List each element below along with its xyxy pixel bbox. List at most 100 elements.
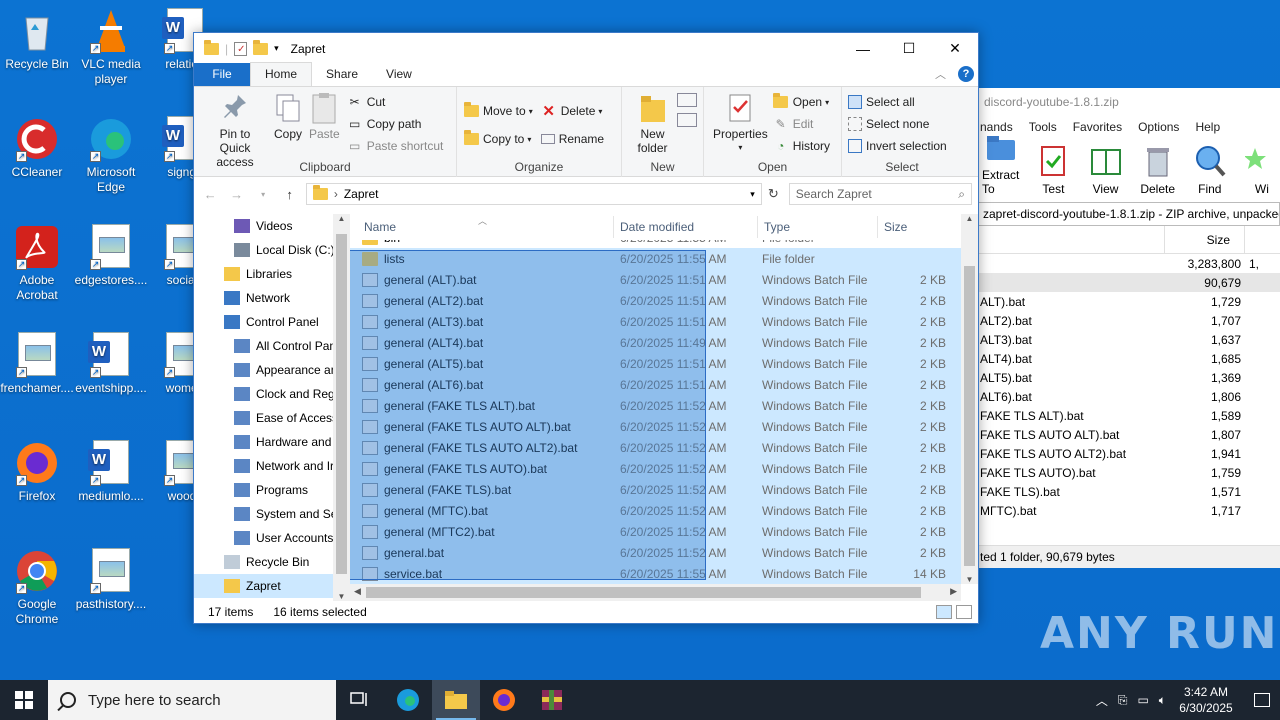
list-scrollbar[interactable]: ▲ ▼ bbox=[961, 214, 978, 584]
breadcrumb[interactable]: Zapret bbox=[344, 187, 379, 201]
recent-dropdown-icon[interactable]: ▾ bbox=[253, 190, 273, 199]
details-view-icon[interactable] bbox=[936, 605, 952, 619]
nav-item-hardware-and[interactable]: Hardware and bbox=[194, 430, 350, 454]
taskbar-explorer[interactable] bbox=[432, 680, 480, 720]
back-arrow-icon[interactable]: ← bbox=[200, 187, 220, 202]
winrar-menu-options[interactable]: Options bbox=[1138, 120, 1179, 134]
network-status-icon[interactable]: ⎘ bbox=[1118, 693, 1128, 708]
collapse-ribbon-icon[interactable]: ︿ bbox=[935, 66, 946, 82]
taskbar-edge[interactable] bbox=[384, 680, 432, 720]
pin-to-quick-access-button[interactable]: Pin to Quick access bbox=[203, 91, 267, 169]
nav-item-videos[interactable]: Videos bbox=[194, 214, 350, 238]
winrar-row[interactable]: FAKE TLS AUTO).bat 1,759 bbox=[978, 463, 1280, 482]
select-none-button[interactable]: Select none bbox=[848, 113, 956, 135]
select-all-button[interactable]: Select all bbox=[848, 91, 956, 113]
list-scroll-up-icon[interactable]: ▲ bbox=[961, 214, 978, 223]
properties-qat-icon[interactable]: ✓ bbox=[234, 41, 248, 56]
properties-button[interactable]: Properties ▾ bbox=[713, 91, 768, 157]
tab-home[interactable]: Home bbox=[250, 62, 313, 86]
nav-scrollbar[interactable]: ▲ ▼ bbox=[333, 214, 350, 601]
list-scroll-thumb[interactable] bbox=[964, 266, 975, 566]
view-button[interactable]: View bbox=[1087, 144, 1123, 196]
find-button[interactable]: Find bbox=[1192, 144, 1228, 196]
winrar-row[interactable]: ALT).bat 1,729 bbox=[978, 292, 1280, 311]
nav-item-system-and-sec[interactable]: System and Sec bbox=[194, 502, 350, 526]
nav-item-zapret[interactable]: Zapret bbox=[194, 574, 350, 598]
nav-item-recycle-bin[interactable]: Recycle Bin bbox=[194, 550, 350, 574]
desktop-icon-mediumlo[interactable]: ↗ mediumlo.... bbox=[74, 440, 148, 504]
move-to-button[interactable]: Move to ▾ bbox=[463, 97, 533, 125]
winrar-row[interactable]: FAKE TLS AUTO ALT).bat 1,807 bbox=[978, 425, 1280, 444]
nav-scroll-thumb[interactable] bbox=[336, 234, 347, 574]
new-folder-qat-icon[interactable] bbox=[253, 39, 269, 55]
volume-icon[interactable]: 🔈︎ bbox=[1159, 693, 1166, 708]
column-date-modified[interactable]: Date modified bbox=[614, 216, 758, 238]
desktop-icon-adobe-acrobat[interactable]: ↗ Adobe Acrobat bbox=[0, 224, 74, 303]
paste-shortcut-button[interactable]: ▭ Paste shortcut bbox=[347, 135, 443, 157]
extract-to-button[interactable]: Extract To bbox=[982, 130, 1019, 196]
winrar-col-name[interactable] bbox=[978, 226, 1165, 253]
winrar-row[interactable]: МГТС).bat 1,717 bbox=[978, 501, 1280, 520]
nav-item-all-control-pan[interactable]: All Control Pan bbox=[194, 334, 350, 358]
winrar-menu-favorites[interactable]: Favorites bbox=[1073, 120, 1122, 134]
winrar-window[interactable]: discord-youtube-1.8.1.zip nands Tools Fa… bbox=[978, 88, 1280, 568]
winrar-menu-tools[interactable]: Tools bbox=[1029, 120, 1057, 134]
winrar-row[interactable]: ALT2).bat 1,707 bbox=[978, 311, 1280, 330]
paste-button[interactable]: Paste bbox=[309, 91, 340, 169]
nav-item-network[interactable]: Network bbox=[194, 286, 350, 310]
clock[interactable]: 3:42 AM 6/30/2025 bbox=[1176, 684, 1236, 716]
nav-item-network-and-ir[interactable]: Network and Ir bbox=[194, 454, 350, 478]
new-item-icon[interactable] bbox=[677, 93, 697, 107]
desktop-icon-vlc-media-player[interactable]: ↗ VLC media player bbox=[74, 8, 148, 87]
winrar-row[interactable]: ALT5).bat 1,369 bbox=[978, 368, 1280, 387]
winrar-row[interactable]: ALT6).bat 1,806 bbox=[978, 387, 1280, 406]
file-row[interactable]: bin 6/20/2025 11:55 AMFile folder bbox=[350, 240, 961, 248]
winrar-row[interactable]: ALT4).bat 1,685 bbox=[978, 349, 1280, 368]
navigation-pane[interactable]: Videos Local Disk (C:) Libraries Network Con… bbox=[194, 214, 350, 601]
large-icons-view-icon[interactable] bbox=[956, 605, 972, 619]
desktop-icon-edgestores[interactable]: ↗ edgestores.... bbox=[74, 224, 148, 288]
scroll-up-icon[interactable]: ▲ bbox=[333, 214, 350, 223]
cut-button[interactable]: ✂ Cut bbox=[347, 91, 444, 113]
help-icon[interactable]: ? bbox=[958, 66, 974, 82]
address-bar[interactable]: › Zapret ▾ bbox=[305, 183, 762, 205]
nav-item-appearance-an[interactable]: Appearance an bbox=[194, 358, 350, 382]
desktop-icon-pasthistory[interactable]: ↗ pasthistory.... bbox=[74, 548, 148, 612]
file-list-pane[interactable]: Name Date modified Type Size ︿ bin 6/20/2… bbox=[350, 214, 978, 601]
winrar-path-bar[interactable]: zapret-discord-youtube-1.8.1.zip - ZIP a… bbox=[978, 202, 1280, 226]
minimize-button[interactable]: — bbox=[840, 33, 886, 64]
nav-item-libraries[interactable]: Libraries bbox=[194, 262, 350, 286]
winrar-row[interactable]: 90,679 bbox=[978, 273, 1280, 292]
winrar-row[interactable]: FAKE TLS ALT).bat 1,589 bbox=[978, 406, 1280, 425]
history-button[interactable]: ◔ History bbox=[773, 135, 830, 157]
winrar-row[interactable]: ALT3).bat 1,637 bbox=[978, 330, 1280, 349]
rename-button[interactable]: Rename bbox=[540, 125, 604, 153]
open-button[interactable]: Open ▾ bbox=[773, 91, 830, 113]
desktop-icon-firefox[interactable]: ↗ Firefox bbox=[0, 440, 74, 504]
desktop-icon-microsoft-edge[interactable]: ↗ Microsoft Edge bbox=[74, 116, 148, 195]
address-dropdown-icon[interactable]: ▾ bbox=[750, 189, 755, 200]
wizard-button[interactable]: Wi bbox=[1243, 144, 1280, 196]
nav-item-control-panel[interactable]: Control Panel bbox=[194, 310, 350, 334]
delete-button[interactable]: Delete bbox=[1140, 144, 1176, 196]
taskbar-firefox[interactable] bbox=[480, 680, 528, 720]
delete-button[interactable]: ✕ Delete ▾ bbox=[541, 97, 604, 125]
scroll-down-icon[interactable]: ▼ bbox=[333, 592, 350, 601]
tab-view[interactable]: View bbox=[372, 63, 426, 86]
copy-path-button[interactable]: ▭ Copy path bbox=[347, 113, 444, 135]
task-view-button[interactable] bbox=[336, 680, 384, 720]
refresh-icon[interactable]: ↻ bbox=[768, 186, 779, 202]
column-size[interactable]: Size bbox=[878, 216, 950, 238]
list-scroll-down-icon[interactable]: ▼ bbox=[961, 575, 978, 584]
maximize-button[interactable]: ☐ bbox=[886, 33, 932, 64]
tab-share[interactable]: Share bbox=[312, 63, 372, 86]
horizontal-scroll-thumb[interactable] bbox=[366, 587, 921, 598]
desktop-icon-frenchamer[interactable]: ↗ frenchamer.... bbox=[0, 332, 74, 396]
explorer-window[interactable]: | ✓ ▾ Zapret — ☐ ✕ File Home Share View … bbox=[193, 32, 979, 624]
network-icon[interactable]: ▭ bbox=[1137, 693, 1148, 707]
show-hidden-icons-icon[interactable]: ︿ bbox=[1096, 692, 1108, 709]
taskbar-winrar[interactable] bbox=[528, 680, 576, 720]
forward-arrow-icon[interactable]: → bbox=[226, 187, 246, 202]
winrar-col-size[interactable]: Size bbox=[1165, 226, 1245, 253]
desktop-icon-recycle-bin[interactable]: Recycle Bin bbox=[0, 8, 74, 72]
